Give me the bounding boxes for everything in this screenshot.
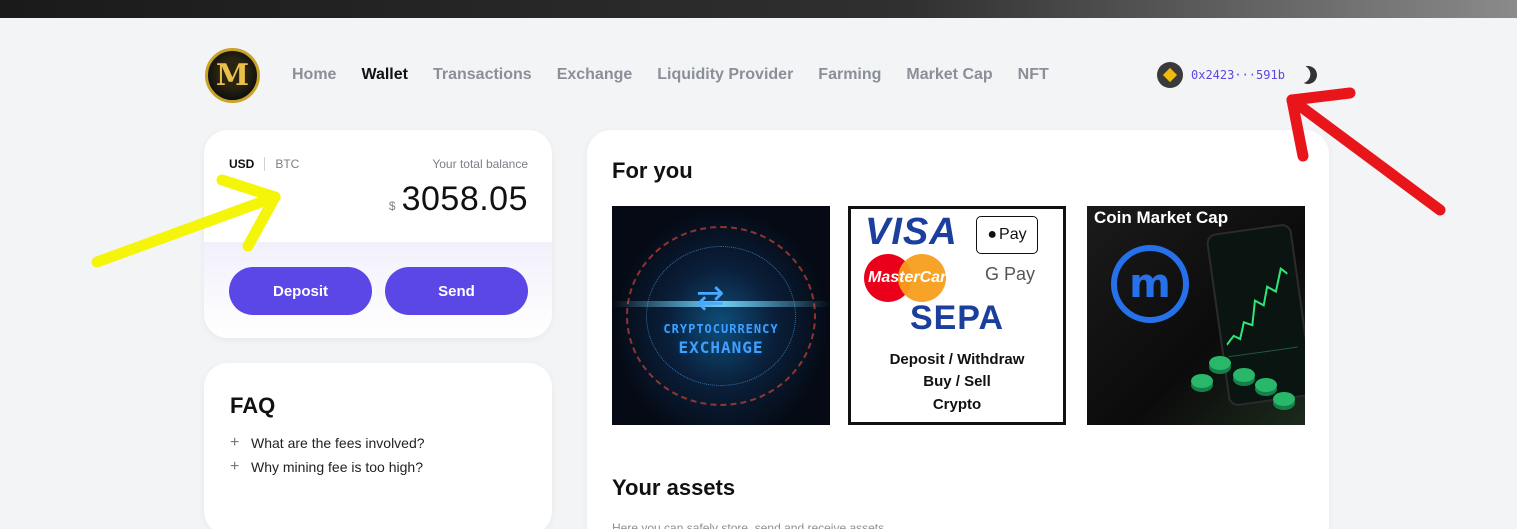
annotation-arrows [91, 87, 1446, 268]
yellow-arrow-icon [91, 174, 281, 268]
red-arrow-icon [1286, 87, 1446, 216]
app-window: M Home Wallet Transactions Exchange Liqu… [0, 0, 1517, 529]
